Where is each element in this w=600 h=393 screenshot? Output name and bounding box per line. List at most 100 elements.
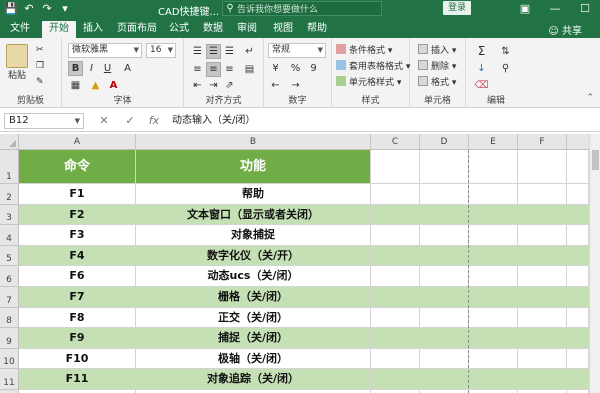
function-cell[interactable]: 对象追踪（关/闭）	[136, 369, 371, 390]
fill-down-icon[interactable]: ↓	[474, 61, 489, 76]
column-header-d[interactable]: D	[420, 134, 469, 150]
empty-cell[interactable]	[420, 204, 469, 226]
align-middle-icon[interactable]: ☰	[206, 44, 221, 59]
format-as-table-button[interactable]: 套用表格格式 ▾	[336, 60, 410, 73]
italic-button[interactable]: I	[84, 61, 99, 76]
copy-icon[interactable]: ❐	[36, 60, 44, 73]
empty-cell[interactable]	[469, 307, 518, 329]
tab-view[interactable]: 视图	[270, 21, 296, 38]
empty-cell[interactable]	[518, 287, 567, 308]
empty-cell[interactable]	[371, 184, 420, 205]
empty-cell[interactable]	[469, 184, 518, 205]
save-icon[interactable]: 💾	[4, 2, 18, 16]
command-cell[interactable]: F10	[19, 348, 136, 370]
maximize-icon[interactable]: ☐	[570, 0, 600, 18]
decrease-indent-icon[interactable]: ⇤	[190, 78, 205, 93]
empty-cell[interactable]	[518, 184, 567, 205]
command-cell[interactable]: F11	[19, 369, 136, 390]
customize-qat-icon[interactable]: ▾	[58, 2, 72, 16]
align-center-icon[interactable]: ≡	[206, 62, 221, 77]
empty-cell[interactable]	[469, 150, 518, 184]
sort-filter-icon[interactable]: ⇅	[498, 44, 513, 59]
font-color-button[interactable]: A	[106, 78, 121, 93]
formula-input[interactable]: 动态输入（关/闭）	[172, 113, 594, 129]
empty-cell[interactable]	[567, 184, 589, 205]
command-cell[interactable]: F3	[19, 225, 136, 246]
row-header[interactable]: 3	[0, 204, 19, 226]
increase-decimal-icon[interactable]: ←	[268, 78, 283, 93]
column-header-b[interactable]: B	[136, 134, 371, 150]
command-cell[interactable]: F7	[19, 287, 136, 308]
empty-cell[interactable]	[420, 245, 469, 267]
select-all-button[interactable]	[0, 134, 19, 150]
column-header-a[interactable]: A	[19, 134, 136, 150]
align-top-icon[interactable]: ☰	[190, 44, 205, 59]
empty-cell[interactable]	[420, 266, 469, 287]
comma-style-button[interactable]: 9	[306, 61, 321, 76]
column-header-f[interactable]: F	[518, 134, 567, 150]
empty-cell[interactable]	[420, 287, 469, 308]
tell-me-search[interactable]: ⚲ 告诉我你想要做什么	[222, 1, 382, 16]
row-header[interactable]: 2	[0, 184, 19, 205]
number-format-select[interactable]: 常规 ▼	[268, 43, 326, 58]
decrease-decimal-icon[interactable]: →	[288, 78, 303, 93]
wrap-text-icon[interactable]: ↵	[242, 44, 257, 59]
empty-cell[interactable]	[518, 266, 567, 287]
empty-cell[interactable]	[371, 245, 420, 267]
underline-button[interactable]: U	[100, 61, 115, 76]
empty-cell[interactable]	[371, 369, 420, 390]
align-left-icon[interactable]: ≡	[190, 62, 205, 77]
cut-icon[interactable]: ✂	[36, 44, 44, 57]
empty-cell[interactable]	[420, 307, 469, 329]
empty-cell[interactable]	[567, 225, 589, 246]
enter-icon[interactable]: ✓	[122, 114, 138, 128]
worksheet-grid[interactable]: A B C D E F 1 命令 功能 2 F1 帮助 3 F2 文本窗口（显示或者关闭） 4 F3…	[0, 134, 600, 393]
minimize-icon[interactable]: —	[540, 0, 570, 18]
empty-cell[interactable]	[518, 348, 567, 370]
orientation-icon[interactable]: ⇗	[222, 78, 237, 93]
column-header-g[interactable]	[567, 134, 589, 150]
tab-home[interactable]: 开始	[42, 21, 76, 38]
tab-data[interactable]: 数据	[200, 21, 226, 38]
increase-font-button[interactable]: A	[120, 61, 135, 76]
empty-cell[interactable]	[518, 369, 567, 390]
column-header-e[interactable]: E	[469, 134, 518, 150]
merge-center-icon[interactable]: ▤	[242, 62, 257, 77]
function-cell[interactable]: 帮助	[136, 184, 371, 205]
tab-help[interactable]: 帮助	[304, 21, 330, 38]
redo-icon[interactable]: ↷	[40, 2, 54, 16]
function-cell[interactable]: 极轴（关/闭）	[136, 348, 371, 370]
command-cell[interactable]: F8	[19, 307, 136, 329]
empty-cell[interactable]	[518, 245, 567, 267]
command-cell[interactable]: F9	[19, 328, 136, 349]
empty-cell[interactable]	[371, 328, 420, 349]
empty-cell[interactable]	[567, 287, 589, 308]
clear-icon[interactable]: ⌫	[474, 78, 489, 93]
currency-icon[interactable]: ¥	[268, 61, 283, 76]
function-cell[interactable]: 数字化仪（关/开）	[136, 245, 371, 267]
row-header[interactable]: 8	[0, 307, 19, 329]
empty-cell[interactable]	[371, 348, 420, 370]
command-cell[interactable]: F1	[19, 184, 136, 205]
empty-cell[interactable]	[518, 328, 567, 349]
function-cell[interactable]: 捕捉（关/闭）	[136, 328, 371, 349]
share-button[interactable]: ☺ 共享	[548, 22, 582, 37]
empty-cell[interactable]	[371, 307, 420, 329]
empty-cell[interactable]	[469, 328, 518, 349]
collapse-ribbon-icon[interactable]: ⌃	[586, 93, 594, 103]
insert-cells-button[interactable]: 插入 ▾	[418, 44, 456, 57]
empty-cell[interactable]	[567, 266, 589, 287]
empty-cell[interactable]	[371, 287, 420, 308]
row-header[interactable]: 5	[0, 245, 19, 267]
empty-cell[interactable]	[469, 287, 518, 308]
align-bottom-icon[interactable]: ☰	[222, 44, 237, 59]
empty-cell[interactable]	[469, 245, 518, 267]
empty-cell[interactable]	[420, 150, 469, 184]
empty-cell[interactable]	[420, 369, 469, 390]
cancel-icon[interactable]: ✕	[96, 114, 112, 128]
empty-cell[interactable]	[469, 369, 518, 390]
empty-cell[interactable]	[420, 348, 469, 370]
empty-cell[interactable]	[420, 225, 469, 246]
ribbon-display-icon[interactable]: ▣	[510, 0, 540, 18]
format-painter-icon[interactable]: ✎	[36, 76, 44, 89]
